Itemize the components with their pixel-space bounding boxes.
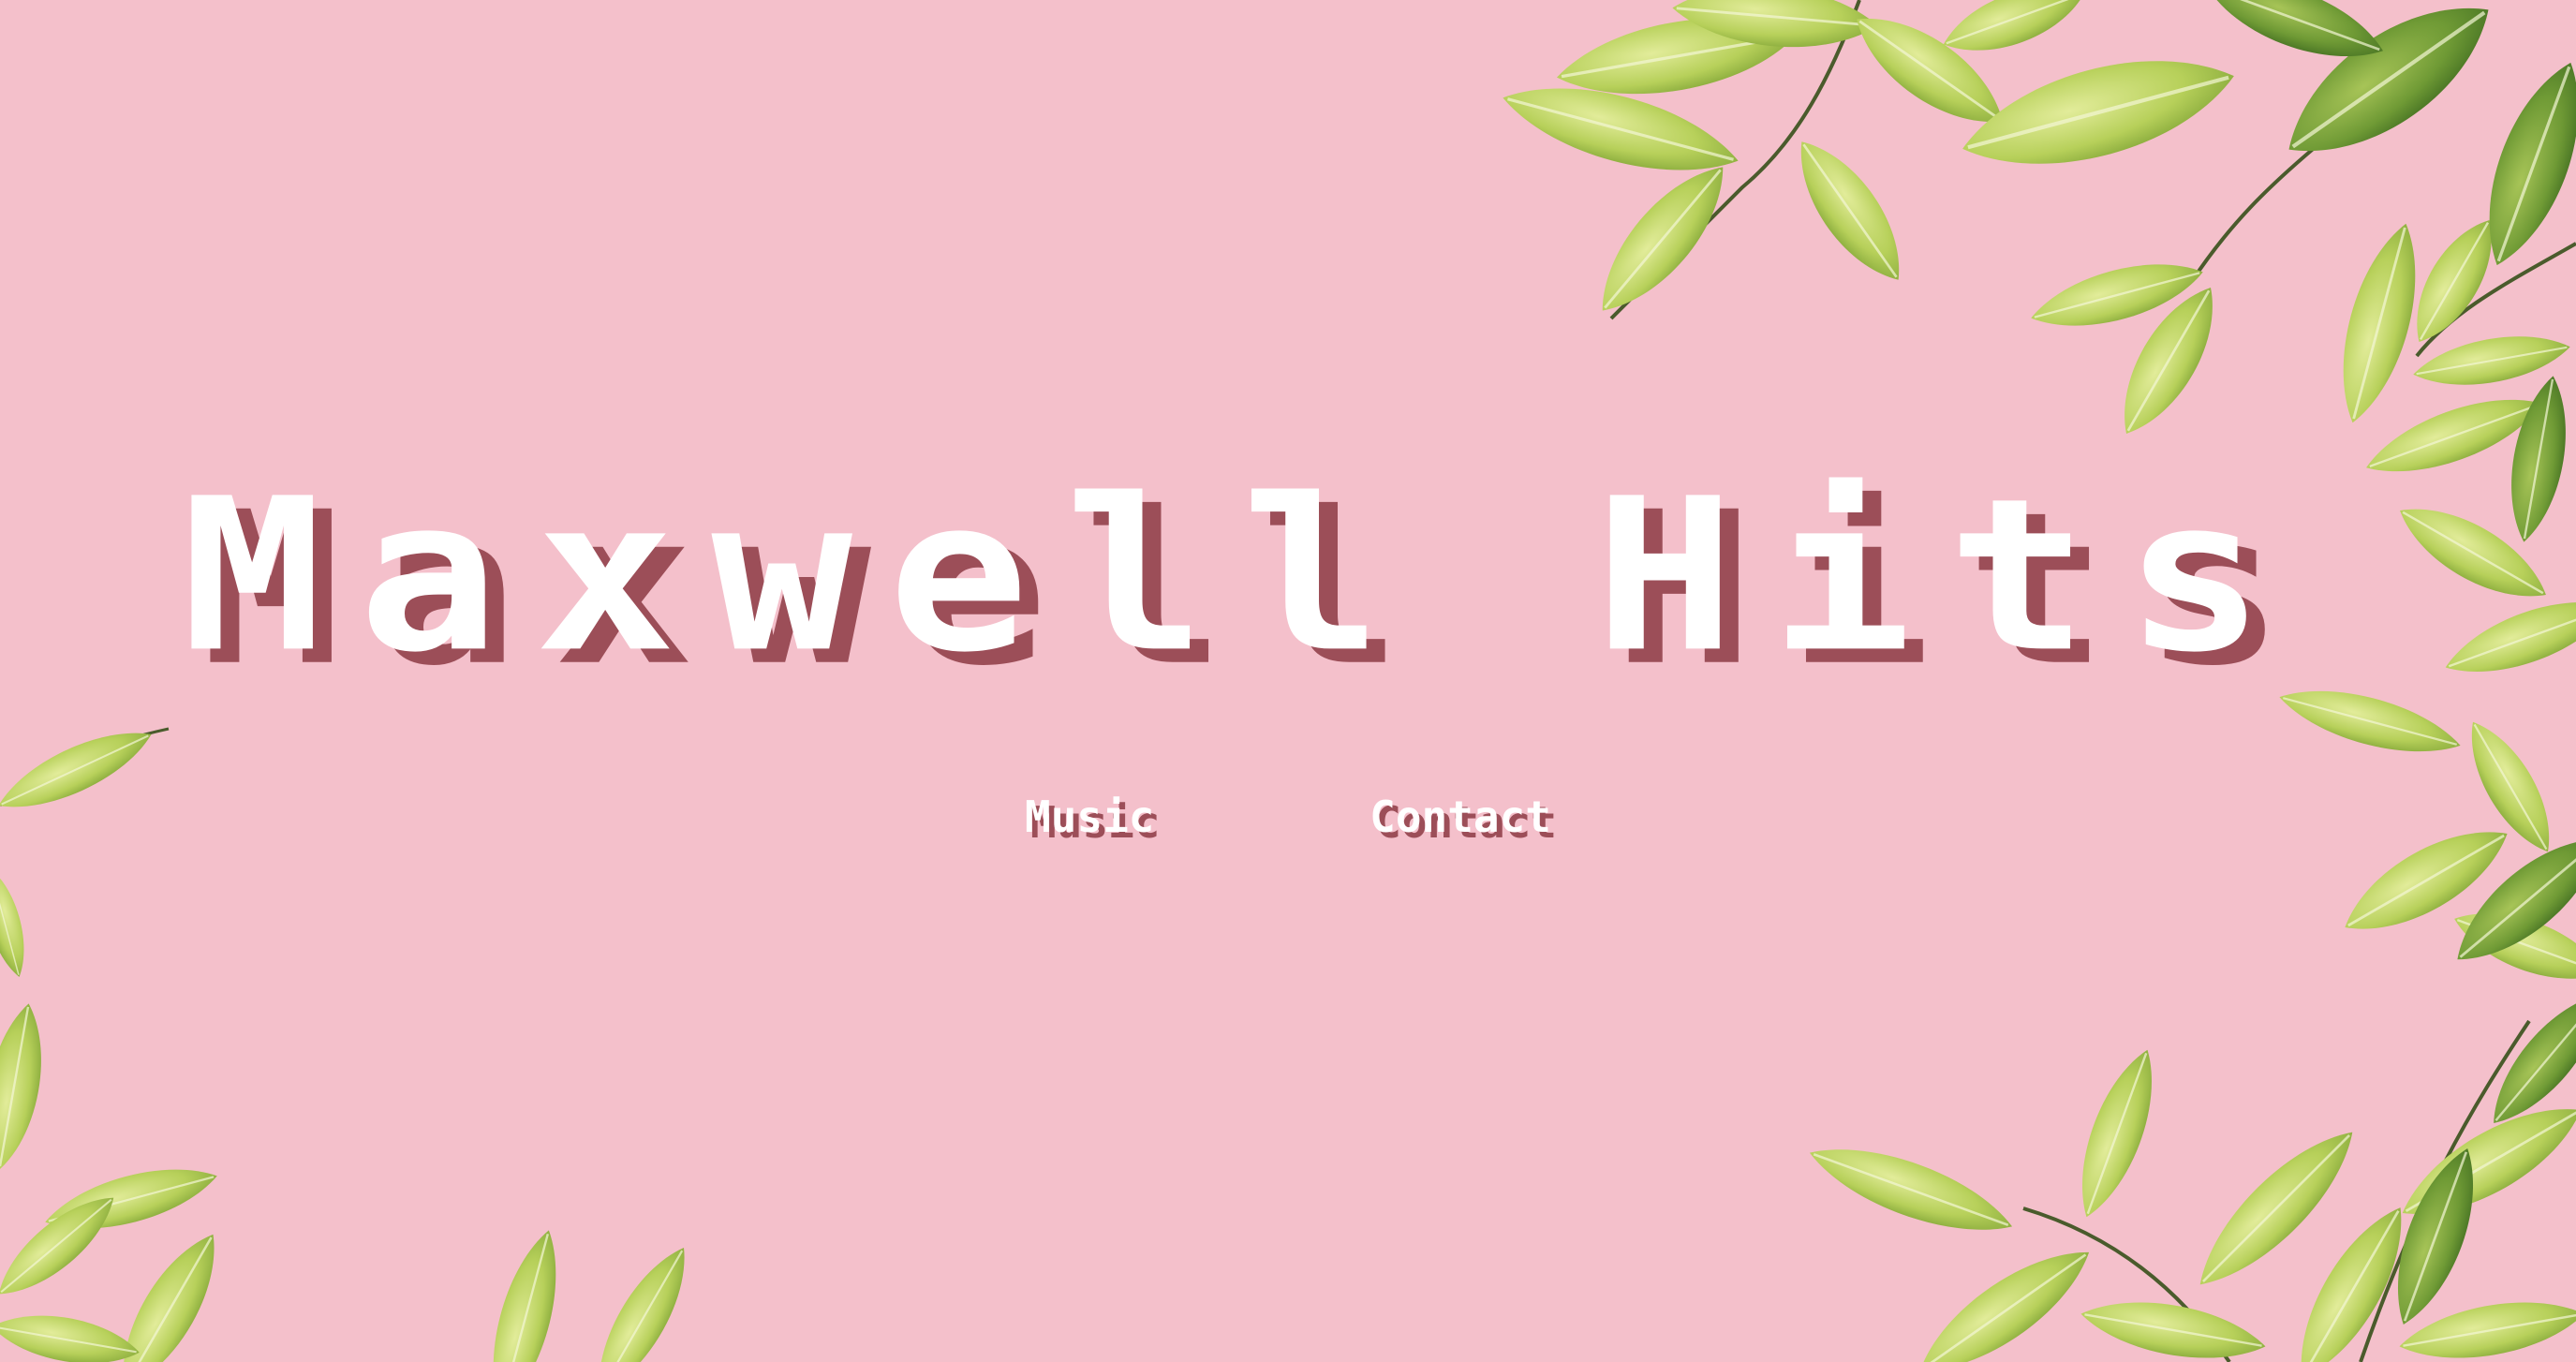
nav-link-contact[interactable]: Contact <box>1369 792 1551 842</box>
leaf-cluster-left <box>0 713 162 1176</box>
leaf-cluster-bottom-right <box>1799 1040 2576 1362</box>
main-nav: Music Contact <box>0 792 2576 842</box>
nav-link-music[interactable]: Music <box>1025 792 1154 842</box>
page: Maxwell Hits Music Contact <box>0 0 2576 1362</box>
site-title: Maxwell Hits <box>0 459 2576 693</box>
site-title-text: Maxwell Hits <box>181 452 2302 699</box>
leaf-cluster-bottom-left <box>0 1152 705 1362</box>
